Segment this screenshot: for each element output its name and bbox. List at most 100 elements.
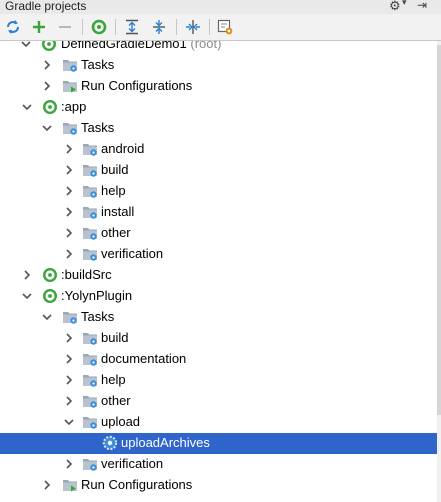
task-folder-icon — [83, 417, 97, 429]
task-folder-icon — [63, 60, 77, 72]
tree-node-label: help — [101, 372, 126, 387]
chevron-down-icon[interactable] — [40, 121, 54, 135]
tree-node[interactable]: verification — [0, 244, 437, 265]
task-folder-icon — [83, 165, 97, 177]
toggle-offline-icon[interactable] — [184, 18, 202, 36]
tree-node-label: other — [101, 393, 131, 408]
tree-node-label: help — [101, 183, 126, 198]
tree-node-label: Tasks — [81, 309, 115, 324]
tree-node-label: DefinedGradleDemo1 (root) — [61, 41, 221, 51]
tree-node[interactable]: :app — [0, 97, 437, 118]
chevron-right-icon[interactable] — [40, 79, 54, 93]
gradle-module-icon — [42, 99, 58, 115]
chevron-right-icon[interactable] — [62, 205, 76, 219]
chevron-right-icon[interactable] — [40, 58, 54, 72]
chevron-right-icon[interactable] — [62, 142, 76, 156]
tree-node[interactable]: help — [0, 370, 437, 391]
chevron-right-icon[interactable] — [20, 268, 34, 282]
task-folder-icon — [83, 459, 97, 471]
tree-node[interactable]: verification — [0, 454, 437, 475]
gear-icon[interactable]: ⚙ — [389, 0, 401, 14]
chevron-right-icon[interactable] — [62, 226, 76, 240]
toolbar-separator — [176, 19, 177, 35]
chevron-right-icon[interactable] — [62, 457, 76, 471]
tree-node[interactable]: Run Configurations — [0, 475, 437, 496]
run-config-folder-icon — [63, 81, 77, 93]
chevron-down-icon[interactable] — [40, 310, 54, 324]
tree-node[interactable]: android — [0, 139, 437, 160]
tree-node-label: Tasks — [81, 120, 115, 135]
gradle-project-tree: DefinedGradleDemo1 (root) Tasks Run Confi… — [0, 41, 437, 502]
tree-node[interactable]: help — [0, 181, 437, 202]
chevron-down-icon[interactable] — [62, 415, 76, 429]
chevron-down-icon[interactable] — [20, 289, 34, 303]
task-folder-icon — [83, 228, 97, 240]
tree-node[interactable]: Run Configurations — [0, 76, 437, 97]
hide-panel-icon[interactable]: ⇥ — [417, 0, 427, 12]
tree-node-label: Tasks — [81, 57, 115, 72]
toolbar-separator — [115, 19, 116, 35]
expand-all-icon[interactable] — [123, 18, 141, 36]
toolbar — [0, 14, 441, 41]
tree-node-label: documentation — [101, 351, 187, 366]
tree-node[interactable]: :buildSrc — [0, 265, 437, 286]
task-folder-icon — [83, 354, 97, 366]
gradle-settings-icon[interactable] — [216, 18, 234, 36]
tree-node-label: Run Configurations — [81, 477, 193, 492]
chevron-down-icon[interactable] — [20, 100, 34, 114]
panel-header: Gradle projects ⚙ ▾ ⇥ — [0, 0, 441, 14]
tree-node[interactable]: other — [0, 391, 437, 412]
tree-node-label: verification — [101, 456, 164, 471]
tree-node-label: :buildSrc — [61, 267, 112, 282]
tree-node[interactable]: other — [0, 223, 437, 244]
task-folder-icon — [83, 396, 97, 408]
tree-node-label: android — [101, 141, 145, 156]
tree-node-label: :YolynPlugin — [61, 288, 133, 303]
tree-node[interactable]: build — [0, 160, 437, 181]
chevron-down-icon[interactable]: ▾ — [402, 0, 407, 8]
tree-node-label: other — [101, 225, 131, 240]
root-project-suffix: (root) — [190, 41, 222, 51]
tree-node[interactable]: uploadArchives — [0, 433, 437, 454]
task-folder-icon — [83, 207, 97, 219]
refresh-all-icon[interactable] — [4, 18, 22, 36]
chevron-right-icon[interactable] — [62, 331, 76, 345]
root-project-name: DefinedGradleDemo1 — [61, 41, 187, 51]
tree-node-root-project[interactable]: DefinedGradleDemo1 (root) — [0, 41, 437, 55]
tree-node[interactable]: Tasks — [0, 55, 437, 76]
gradle-module-icon — [42, 41, 56, 51]
tree-node-label: build — [101, 162, 129, 177]
chevron-right-icon[interactable] — [62, 184, 76, 198]
toolbar-separator — [82, 19, 83, 35]
toolbar-separator — [209, 19, 210, 35]
chevron-right-icon[interactable] — [62, 247, 76, 261]
add-project-icon[interactable] — [30, 18, 48, 36]
tree-node-label: build — [101, 330, 129, 345]
chevron-right-icon[interactable] — [62, 373, 76, 387]
collapse-all-icon[interactable] — [150, 18, 168, 36]
run-config-folder-icon — [63, 480, 77, 492]
tree-node[interactable]: documentation — [0, 349, 437, 370]
tree-node[interactable]: Tasks — [0, 307, 437, 328]
tree-node[interactable]: install — [0, 202, 437, 223]
tree-node-label: verification — [101, 246, 164, 261]
gear-task-icon — [102, 435, 118, 451]
chevron-down-icon[interactable] — [19, 41, 33, 51]
task-folder-icon — [83, 249, 97, 261]
remove-project-icon[interactable] — [56, 18, 74, 36]
gradle-module-icon — [42, 267, 58, 283]
chevron-right-icon[interactable] — [62, 352, 76, 366]
chevron-right-icon[interactable] — [62, 163, 76, 177]
task-folder-icon — [83, 144, 97, 156]
chevron-right-icon[interactable] — [40, 478, 54, 492]
task-folder-icon — [83, 186, 97, 198]
chevron-right-icon[interactable] — [62, 394, 76, 408]
tree-node-label: install — [101, 204, 135, 219]
tree-node[interactable]: :YolynPlugin — [0, 286, 437, 307]
execute-task-icon[interactable] — [90, 18, 108, 36]
tree-node[interactable]: upload — [0, 412, 437, 433]
tree-node-label: Run Configurations — [81, 78, 193, 93]
scrollbar-thumb[interactable] — [437, 45, 441, 415]
tree-node[interactable]: Tasks — [0, 118, 437, 139]
tree-node[interactable]: build — [0, 328, 437, 349]
